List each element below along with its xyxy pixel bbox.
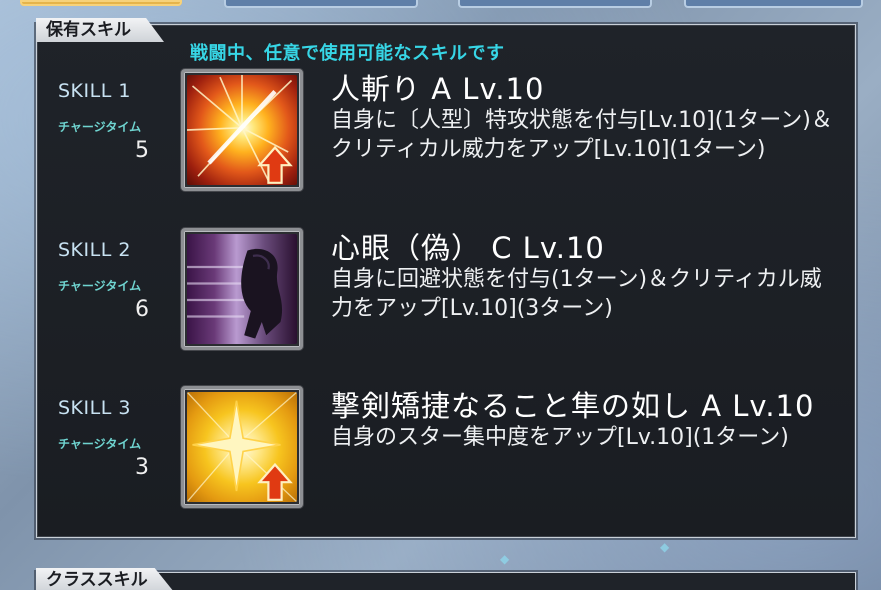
tab-2[interactable] <box>224 0 418 8</box>
sparkle-decoration: ◆ <box>500 552 510 566</box>
charge-time-label: チャージタイム <box>58 437 142 451</box>
skill-row-2[interactable]: SKILL 2 チャージタイム 6 心眼（偽） C Lv.10 自身に回避状態を… <box>0 228 881 369</box>
skill-icon-frame[interactable] <box>181 69 303 191</box>
panel-title: 保有スキル <box>36 18 164 42</box>
skill-slot-label: SKILL 2 <box>58 239 131 261</box>
star-buff-icon <box>187 392 297 502</box>
skill-icon-frame[interactable] <box>181 228 303 350</box>
skill-slot-label: SKILL 1 <box>58 80 131 102</box>
evade-dash-icon <box>187 234 297 344</box>
skill-description: 自身に回避状態を付与(1ターン)＆クリティカル威力をアップ[Lv.10](3ター… <box>331 267 822 321</box>
skill-description: 自身に〔人型〕特攻状態を付与[Lv.10](1ターン)＆クリティカル威力をアップ… <box>331 108 833 162</box>
skill-row-3[interactable]: SKILL 3 チャージタイム 3 撃剣矯捷なること隼の如し A Lv.10 自… <box>0 386 881 527</box>
tab-4[interactable] <box>684 0 863 8</box>
skill-row-1[interactable]: SKILL 1 チャージタイム 5 人斬り A Lv.10 自身に〔人型〕特攻状… <box>0 69 881 210</box>
skill-name: 人斬り A Lv.10 <box>331 72 545 106</box>
charge-time-value: 5 <box>135 138 149 163</box>
slash-buff-icon <box>187 75 297 185</box>
skill-description: 自身のスター集中度をアップ[Lv.10](1ターン) <box>331 425 789 450</box>
charge-time-label: チャージタイム <box>58 120 142 134</box>
tab-3[interactable] <box>458 0 652 8</box>
tab-1[interactable] <box>20 0 182 6</box>
skill-icon-frame[interactable] <box>181 386 303 508</box>
skill-name: 心眼（偽） C Lv.10 <box>331 231 605 265</box>
skill-name: 撃剣矯捷なること隼の如し A Lv.10 <box>331 389 815 423</box>
panel-subtitle: 戦闘中、任意で使用可能なスキルです <box>190 43 505 64</box>
class-skills-title: クラススキル <box>36 568 174 590</box>
skill-slot-label: SKILL 3 <box>58 397 131 419</box>
charge-time-label: チャージタイム <box>58 279 142 293</box>
charge-time-value: 3 <box>135 455 149 480</box>
charge-time-value: 6 <box>135 297 149 322</box>
sparkle-decoration: ◆ <box>660 540 670 554</box>
